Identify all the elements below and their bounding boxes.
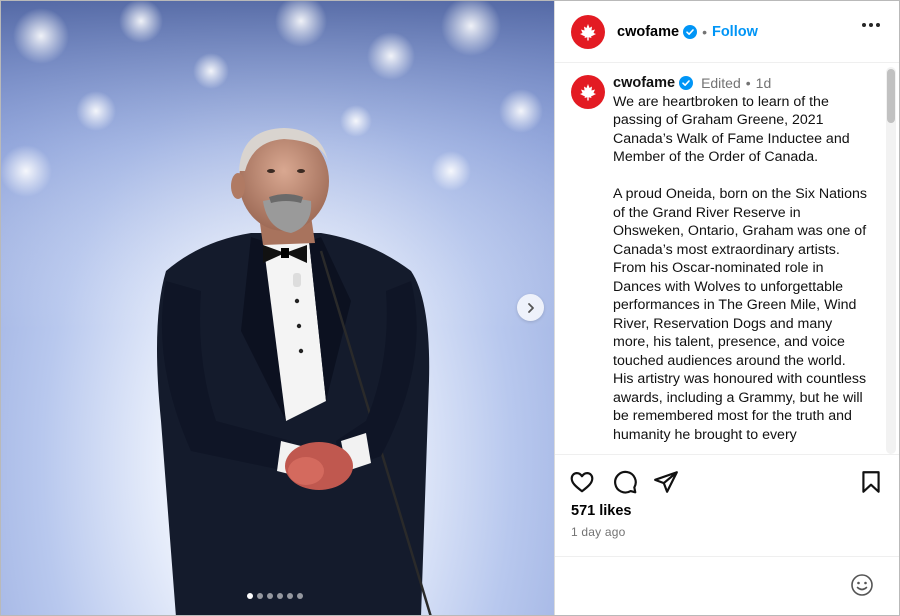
photo-image bbox=[1, 1, 554, 615]
comment-icon[interactable] bbox=[612, 469, 638, 495]
carousel-dot bbox=[257, 593, 263, 599]
maple-leaf-logo-icon bbox=[580, 23, 596, 40]
post-timestamp[interactable]: 1 day ago bbox=[571, 525, 626, 539]
instagram-post-window: cwofame • Follow cwofame Edited • 1d We … bbox=[0, 0, 900, 616]
caption-meta: cwofame Edited • 1d bbox=[613, 74, 868, 93]
caption: cwofame Edited • 1d We are heartbroken t… bbox=[613, 74, 868, 444]
caption-paragraph: A proud Oneida, born on the Six Nations … bbox=[613, 186, 867, 443]
verified-badge-icon bbox=[679, 76, 694, 91]
carousel-indicator bbox=[247, 593, 303, 599]
caption-scrollbar[interactable] bbox=[886, 67, 896, 454]
caption-avatar[interactable] bbox=[571, 75, 605, 109]
follow-button[interactable]: Follow bbox=[712, 24, 758, 40]
scrollbar-thumb[interactable] bbox=[887, 69, 895, 123]
verified-badge-icon bbox=[683, 24, 698, 39]
post-photo bbox=[1, 1, 554, 615]
carousel-dot bbox=[267, 593, 273, 599]
likes-count[interactable]: 571 likes bbox=[571, 503, 631, 519]
carousel-next-button[interactable] bbox=[517, 294, 544, 321]
comment-bar bbox=[555, 556, 899, 615]
caption-paragraph: We are heartbroken to learn of the passi… bbox=[613, 93, 850, 166]
separator-dot: • bbox=[702, 23, 707, 40]
emoji-icon[interactable] bbox=[850, 573, 874, 597]
chevron-right-icon bbox=[527, 302, 534, 313]
caption-body: We are heartbroken to learn of the passi… bbox=[613, 93, 868, 445]
more-options-icon[interactable] bbox=[862, 23, 880, 27]
post-time-short[interactable]: 1d bbox=[756, 74, 772, 93]
carousel-dot bbox=[287, 593, 293, 599]
carousel-dot bbox=[247, 593, 253, 599]
carousel-dot bbox=[277, 593, 283, 599]
caption-username[interactable]: cwofame bbox=[613, 74, 675, 93]
edited-label: Edited bbox=[701, 75, 741, 91]
post-side-panel: cwofame • Follow cwofame Edited • 1d We … bbox=[554, 1, 899, 615]
send-icon[interactable] bbox=[653, 469, 679, 495]
avatar[interactable] bbox=[571, 14, 605, 49]
separator-dot: • bbox=[745, 75, 751, 91]
post-header: cwofame • Follow bbox=[555, 1, 899, 63]
bookmark-icon[interactable] bbox=[858, 469, 884, 495]
caption-scroll-area[interactable]: cwofame Edited • 1d We are heartbroken t… bbox=[555, 64, 899, 454]
post-actions: 571 likes 1 day ago bbox=[555, 454, 899, 554]
username[interactable]: cwofame bbox=[617, 24, 679, 40]
maple-leaf-logo-icon bbox=[580, 84, 596, 101]
heart-icon[interactable] bbox=[569, 469, 595, 495]
carousel-dot bbox=[297, 593, 303, 599]
